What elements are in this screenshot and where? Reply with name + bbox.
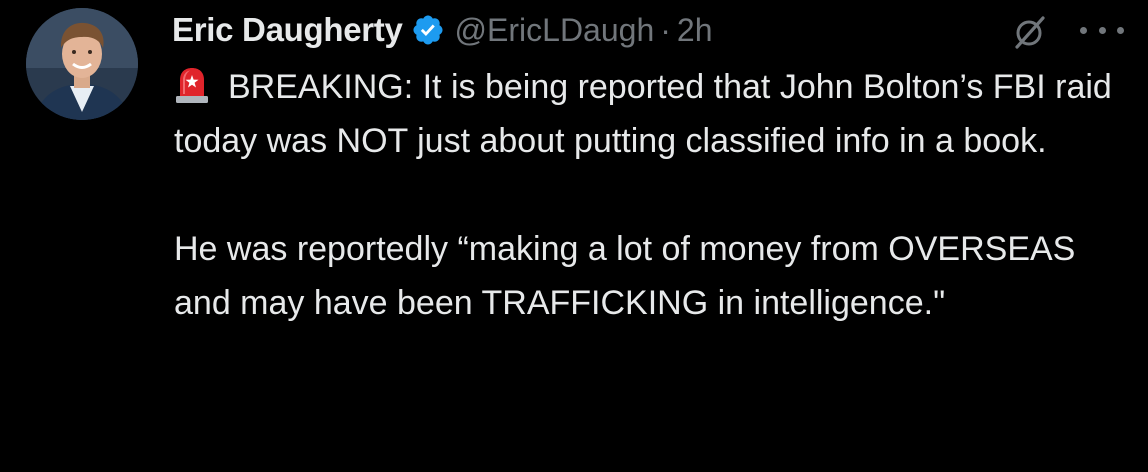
- more-dot: [1080, 26, 1087, 34]
- author-handle[interactable]: @EricLDaugh: [455, 12, 655, 49]
- verified-badge-icon[interactable]: [411, 13, 445, 47]
- avatar-image: [26, 8, 138, 120]
- author-avatar[interactable]: [26, 8, 138, 120]
- tweet-text: BREAKING: It is being reported that John…: [174, 60, 1134, 330]
- more-options-icon[interactable]: [1080, 22, 1124, 38]
- tweet-paragraph-1: BREAKING: It is being reported that John…: [174, 60, 1134, 168]
- tweet-header: Eric Daugherty @EricLDaugh · 2h: [172, 6, 712, 54]
- tweet-paragraph-2: He was reportedly “making a lot of money…: [174, 230, 1076, 322]
- more-dot: [1098, 26, 1106, 34]
- header-separator: ·: [660, 11, 671, 48]
- tweet-card[interactable]: Eric Daugherty @EricLDaugh · 2h BREAKING…: [0, 0, 1148, 472]
- more-dot: [1117, 26, 1124, 34]
- grok-icon[interactable]: [1012, 14, 1048, 50]
- author-name[interactable]: Eric Daugherty: [172, 11, 403, 49]
- tweet-timestamp[interactable]: 2h: [677, 12, 713, 49]
- police-siren-icon: [174, 66, 210, 104]
- tweet-paragraph-1-text: BREAKING: It is being reported that John…: [174, 68, 1112, 160]
